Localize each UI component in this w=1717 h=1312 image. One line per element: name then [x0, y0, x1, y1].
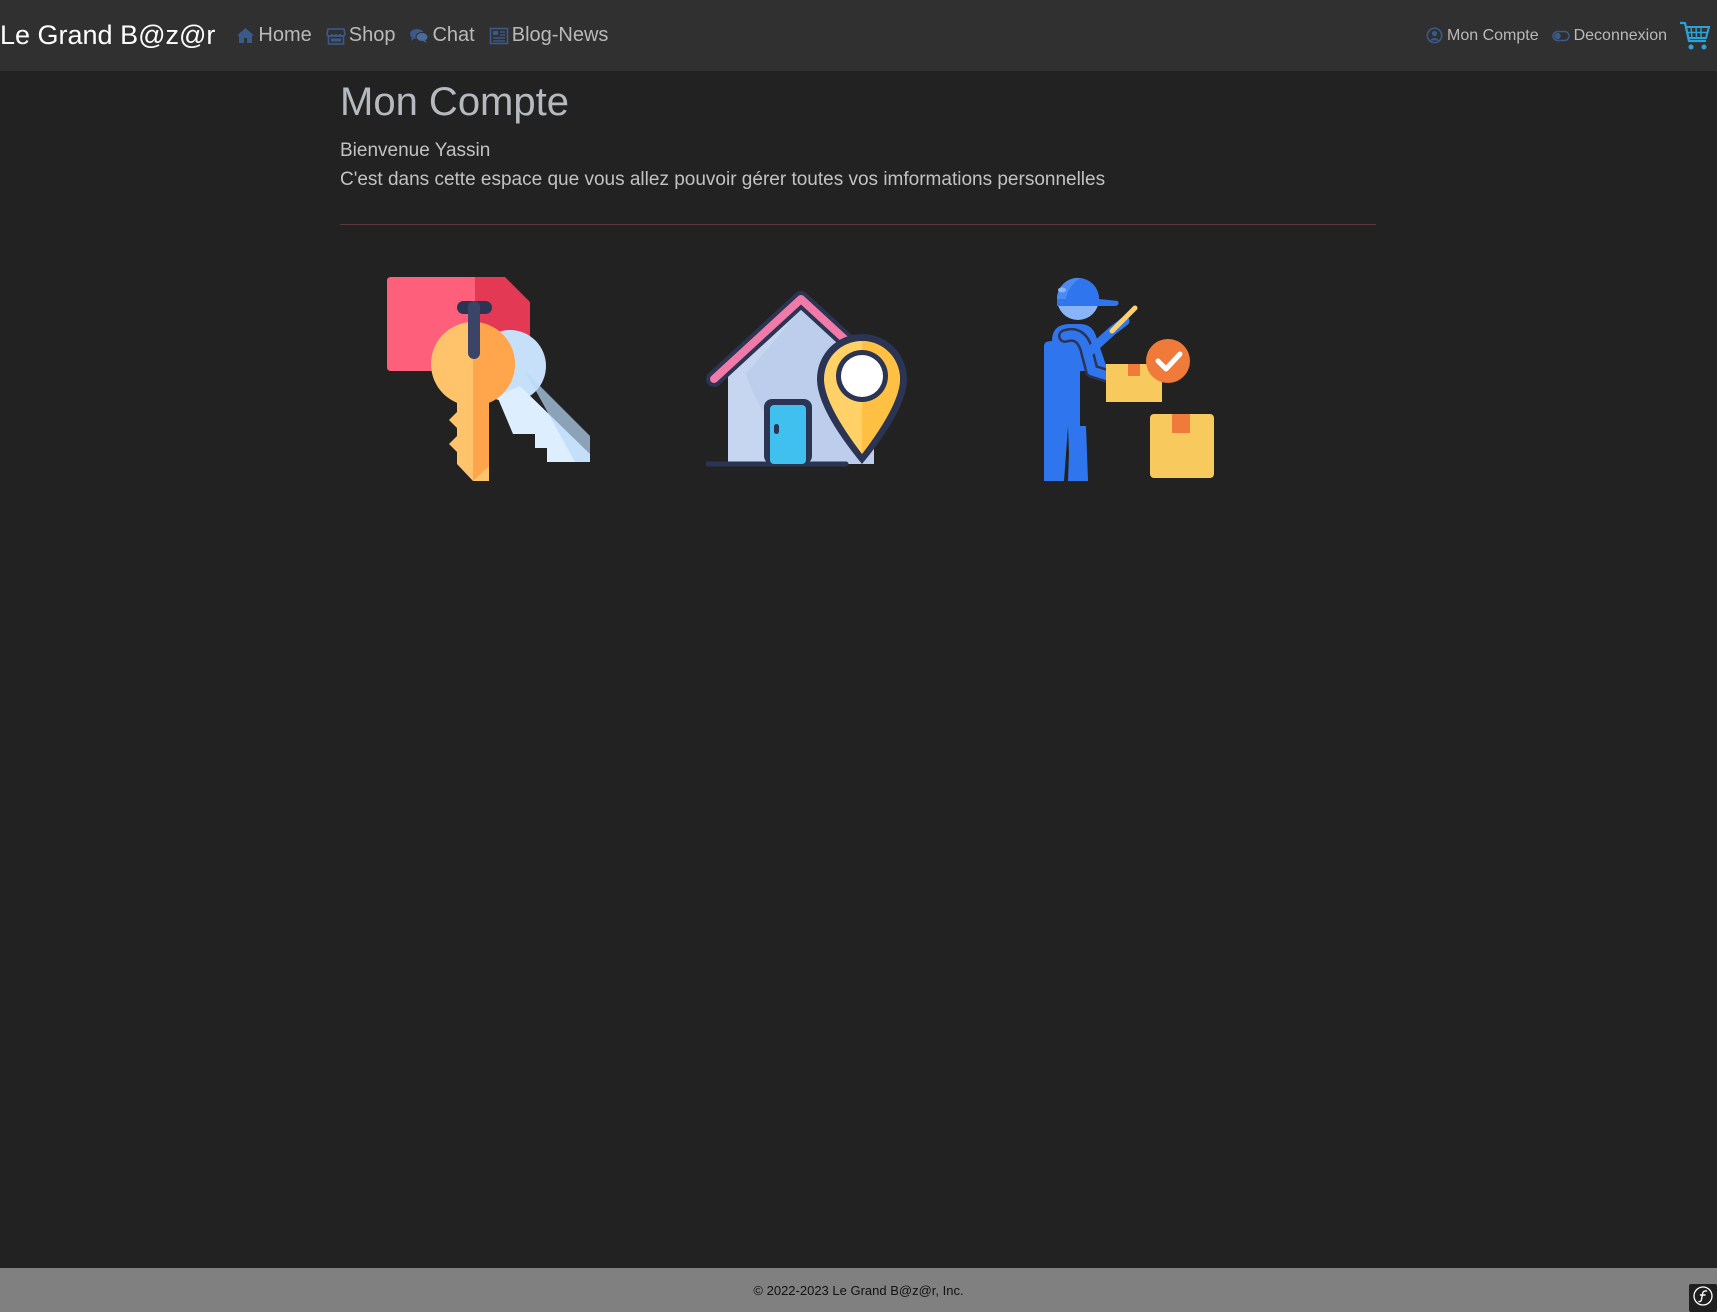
home-icon	[235, 26, 255, 46]
password-keys-tile[interactable]	[385, 276, 590, 486]
nav-link-home-label: Home	[258, 24, 312, 46]
comments-icon	[409, 26, 429, 46]
nav-link-home[interactable]: Home	[235, 24, 312, 47]
user-circle-icon	[1424, 26, 1444, 46]
delivery-man-icon	[1044, 277, 1214, 481]
nav-link-blog-news[interactable]: Blog-News	[489, 24, 609, 47]
addresses-tile[interactable]	[705, 284, 911, 474]
toggle-icon	[1551, 26, 1571, 46]
nav-link-shop[interactable]: Shop	[325, 24, 396, 47]
house-location-icon	[705, 291, 907, 467]
divider	[340, 224, 1376, 225]
nav-link-chat[interactable]: Chat	[409, 24, 475, 47]
description-text: C'est dans cette espace que vous allez p…	[340, 169, 1106, 190]
account-nav: Mon Compte Deconnexion	[1424, 19, 1711, 53]
symfony-toolbar-toggle[interactable]	[1689, 1284, 1717, 1312]
nav-link-shop-label: Shop	[348, 24, 396, 46]
orders-tile[interactable]	[1040, 276, 1220, 486]
nav-link-deconnexion[interactable]: Deconnexion	[1551, 26, 1667, 46]
welcome-text: Bienvenue Yassin	[340, 140, 491, 161]
page-title: Mon Compte	[340, 80, 569, 124]
brand-logo[interactable]: Le Grand B@z@r	[0, 20, 215, 51]
store-icon	[325, 26, 346, 46]
nav-link-deconnexion-label: Deconnexion	[1573, 26, 1667, 44]
nav-link-mon-compte-label: Mon Compte	[1447, 26, 1539, 44]
footer-copyright: © 2022-2023 Le Grand B@z@r, Inc.	[753, 1282, 964, 1298]
nav-link-mon-compte[interactable]: Mon Compte	[1424, 26, 1539, 46]
footer: © 2022-2023 Le Grand B@z@r, Inc.	[0, 1268, 1717, 1312]
main-nav: Home Shop Chat Blog-News	[235, 24, 608, 47]
top-navbar: Le Grand B@z@r Home Shop Chat Blog-News …	[0, 0, 1717, 71]
newspaper-icon	[489, 26, 509, 46]
account-tiles	[0, 276, 1717, 481]
nav-link-blog-news-label: Blog-News	[511, 24, 609, 46]
account-main: Mon Compte Bienvenue Yassin C'est dans c…	[340, 71, 1376, 225]
keys-tag-icon	[387, 277, 590, 481]
shopping-cart-icon[interactable]	[1679, 19, 1711, 53]
symfony-icon	[1693, 1285, 1713, 1311]
nav-link-chat-label: Chat	[432, 24, 475, 46]
